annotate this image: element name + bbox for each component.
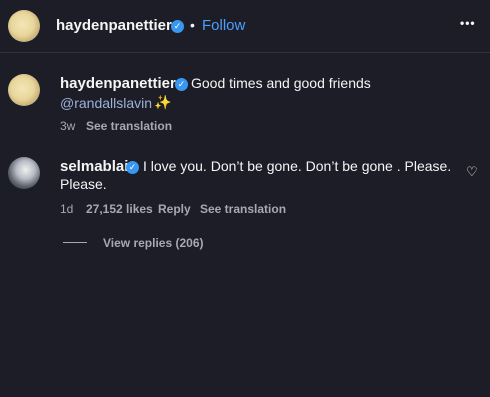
caption-mention-link[interactable]: @randallslavin — [60, 95, 152, 111]
comment-text-line-1: I love you. Don’t be gone. Don’t be gone… — [143, 158, 452, 174]
verified-icon: ✓ — [126, 161, 139, 174]
comment-username[interactable]: selmablair — [60, 158, 134, 175]
separator-dot: • — [190, 17, 195, 33]
caption-text: Good times and good friends — [191, 75, 371, 91]
view-replies-divider — [63, 242, 87, 243]
comment-likes-count[interactable]: 27,152 likes — [86, 202, 153, 216]
view-replies-button[interactable]: View replies (206) — [103, 236, 204, 250]
comment-see-translation-button[interactable]: See translation — [200, 202, 286, 216]
caption-see-translation-button[interactable]: See translation — [86, 119, 172, 133]
sparkles-icon: ✨ — [154, 94, 172, 110]
caption-avatar[interactable] — [8, 74, 40, 106]
header-avatar[interactable] — [8, 10, 40, 42]
header-username[interactable]: haydenpanettiere — [56, 17, 180, 34]
caption-timestamp: 3w — [60, 119, 76, 133]
comment-text-line-2: Please. — [60, 176, 107, 192]
reply-button[interactable]: Reply — [158, 202, 191, 216]
comment-avatar[interactable] — [8, 157, 40, 189]
more-options-icon[interactable]: ••• — [460, 16, 476, 30]
comment-timestamp: 1d — [60, 202, 74, 216]
caption-username[interactable]: haydenpanettiere — [60, 75, 184, 92]
heart-icon[interactable]: ♡ — [466, 164, 478, 180]
verified-icon: ✓ — [175, 78, 188, 91]
verified-icon: ✓ — [171, 20, 184, 33]
follow-button[interactable]: Follow — [202, 17, 245, 34]
